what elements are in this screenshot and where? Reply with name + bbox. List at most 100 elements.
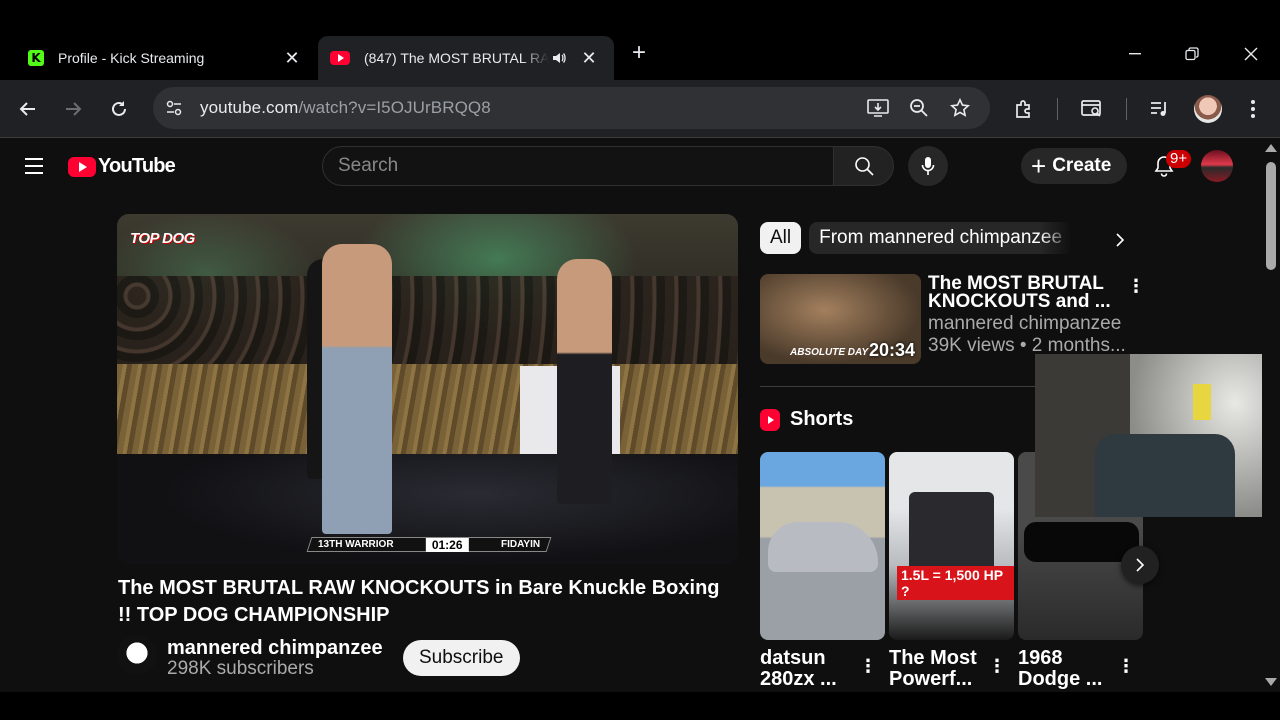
scroll-up-arrow-icon[interactable] [1265,144,1277,152]
site-info-icon[interactable] [158,92,190,124]
account-avatar[interactable] [1201,150,1233,182]
toolbar-divider [1057,98,1058,120]
short-title[interactable]: The Most Powerf... [889,648,989,690]
channel-name[interactable]: mannered chimpanzee [167,637,383,660]
youtube-logo-text: YouTube [98,155,176,177]
chip-from-channel[interactable]: From mannered chimpanzee [809,222,1073,254]
fight-scoreboard: 13TH WARRIOR 01:26 FIDAYIN [306,537,552,552]
tab-title: (847) The MOST BRUTAL RAW [364,50,549,66]
youtube-icon [330,51,350,65]
url-host: youtube.com [200,98,299,117]
recommended-title[interactable]: The MOST BRUTAL KNOCKOUTS and ... [928,274,1128,311]
scoreboard-right-fighter: FIDAYIN [500,539,540,550]
bookmark-star-icon[interactable] [948,96,972,120]
url-text: youtube.com/watch?v=I5OJUrBRQQ8 [200,98,491,118]
voice-search-button[interactable] [908,146,948,186]
kick-icon: K [28,50,44,66]
close-window-button[interactable] [1236,40,1266,68]
youtube-logo-icon [68,156,96,177]
close-tab-icon[interactable]: ✕ [577,46,601,70]
guide-menu-icon[interactable] [20,152,48,180]
shorts-next-button[interactable] [1121,546,1159,584]
scoreboard-time: 01:26 [425,537,469,552]
car-image [1024,522,1139,562]
short-thumbnail[interactable]: 1.5L = 1,500 HP ? [889,452,1014,640]
new-tab-button[interactable]: + [626,41,652,67]
notification-badge: 9+ [1166,150,1192,168]
scrollbar-thumb[interactable] [1266,162,1276,270]
more-options-icon[interactable]: ⋮ [859,654,877,678]
shorts-icon [760,408,780,431]
toolbar-divider [1126,98,1127,120]
close-tab-icon[interactable]: ✕ [280,46,304,70]
chip-all[interactable]: All [760,222,802,254]
shorts-heading: Shorts [790,408,854,430]
section-divider [760,386,1040,387]
more-options-icon[interactable]: ⋮ [1127,274,1145,298]
install-app-icon[interactable] [866,96,890,120]
crowd-image [117,276,738,366]
fighter-left-figure [322,244,392,534]
media-controls-icon[interactable] [1145,94,1175,124]
more-options-icon[interactable]: ⋮ [988,654,1006,678]
minimize-button[interactable] [1120,40,1150,68]
browser-menu-icon[interactable] [1238,94,1268,124]
url-path: /watch?v=I5OJUrBRQQ8 [298,98,491,117]
subscribe-button[interactable]: Subscribe [403,640,520,676]
restore-button[interactable] [1177,40,1207,68]
browser-profile-avatar[interactable] [1194,95,1222,123]
speaker-icon[interactable] [549,48,569,68]
tab-kick-profile[interactable]: K Profile - Kick Streaming ✕ [14,36,314,80]
youtube-page: YouTube + Create 9+ TOP D [0,138,1280,692]
extensions-icon[interactable] [1009,94,1039,124]
shorts-header: Shorts [760,408,853,431]
search-icon [854,157,874,176]
tab-search-icon[interactable] [1077,94,1107,124]
create-button[interactable]: + Create [1021,148,1128,184]
tab-strip: K Profile - Kick Streaming ✕ (847) The M… [0,0,1280,80]
search-button[interactable] [834,146,894,186]
forward-icon[interactable] [58,94,88,124]
fighter-right-figure [557,259,612,504]
subscriber-count: 298K subscribers [167,658,314,679]
tab-youtube-video[interactable]: (847) The MOST BRUTAL RAW ✕ [318,36,614,80]
video-player[interactable]: TOP DOG 13TH WARRIOR 01:26 FIDAYIN [117,214,738,564]
create-label: Create [1052,155,1112,176]
car-image [768,522,878,572]
tab-title: Profile - Kick Streaming [58,50,205,66]
video-duration: 20:34 [868,340,915,360]
plus-icon: + [1031,151,1047,181]
youtube-logo[interactable]: YouTube [68,155,176,178]
search-input[interactable] [338,155,833,177]
more-options-icon[interactable]: ⋮ [1117,654,1135,678]
chair-image [1095,434,1235,517]
search-box [322,146,834,186]
taskbar-strip [0,692,1280,720]
reload-icon[interactable] [104,94,134,124]
scroll-down-arrow-icon[interactable] [1265,678,1277,686]
browser-toolbar: youtube.com/watch?v=I5OJUrBRQQ8 [0,80,1280,138]
search-bar [322,146,894,186]
recommended-thumbnail[interactable]: ABSOLUTE DAY 20:34 [760,274,921,364]
short-title[interactable]: datsun 280zx ... [760,648,860,690]
page-scrollbar[interactable] [1262,138,1280,692]
recommended-channel: mannered chimpanzee [928,313,1122,334]
scoreboard-left-fighter: 13TH WARRIOR [318,539,394,550]
microphone-icon [921,157,935,175]
webcam-overlay [1035,354,1280,517]
filter-chips: All From mannered chimpanzee [760,222,1073,254]
channel-avatar[interactable] [117,635,157,675]
short-thumbnail[interactable] [760,452,885,640]
short-thumb-text: 1.5L = 1,500 HP ? [897,566,1014,600]
address-bar[interactable]: youtube.com/watch?v=I5OJUrBRQQ8 [153,87,990,129]
back-icon[interactable] [13,94,43,124]
short-title[interactable]: 1968 Dodge ... [1018,648,1118,690]
masthead: YouTube + Create 9+ [0,138,1262,194]
chevron-right-icon [1136,558,1145,572]
chevron-right-icon[interactable] [1108,228,1132,252]
thumbnail-label: ABSOLUTE DAY [790,347,869,358]
video-title: The MOST BRUTAL RAW KNOCKOUTS in Bare Kn… [118,577,720,626]
engine-image [909,492,994,572]
topdog-logo: TOP DOG [130,230,195,247]
zoom-icon[interactable] [907,96,931,120]
